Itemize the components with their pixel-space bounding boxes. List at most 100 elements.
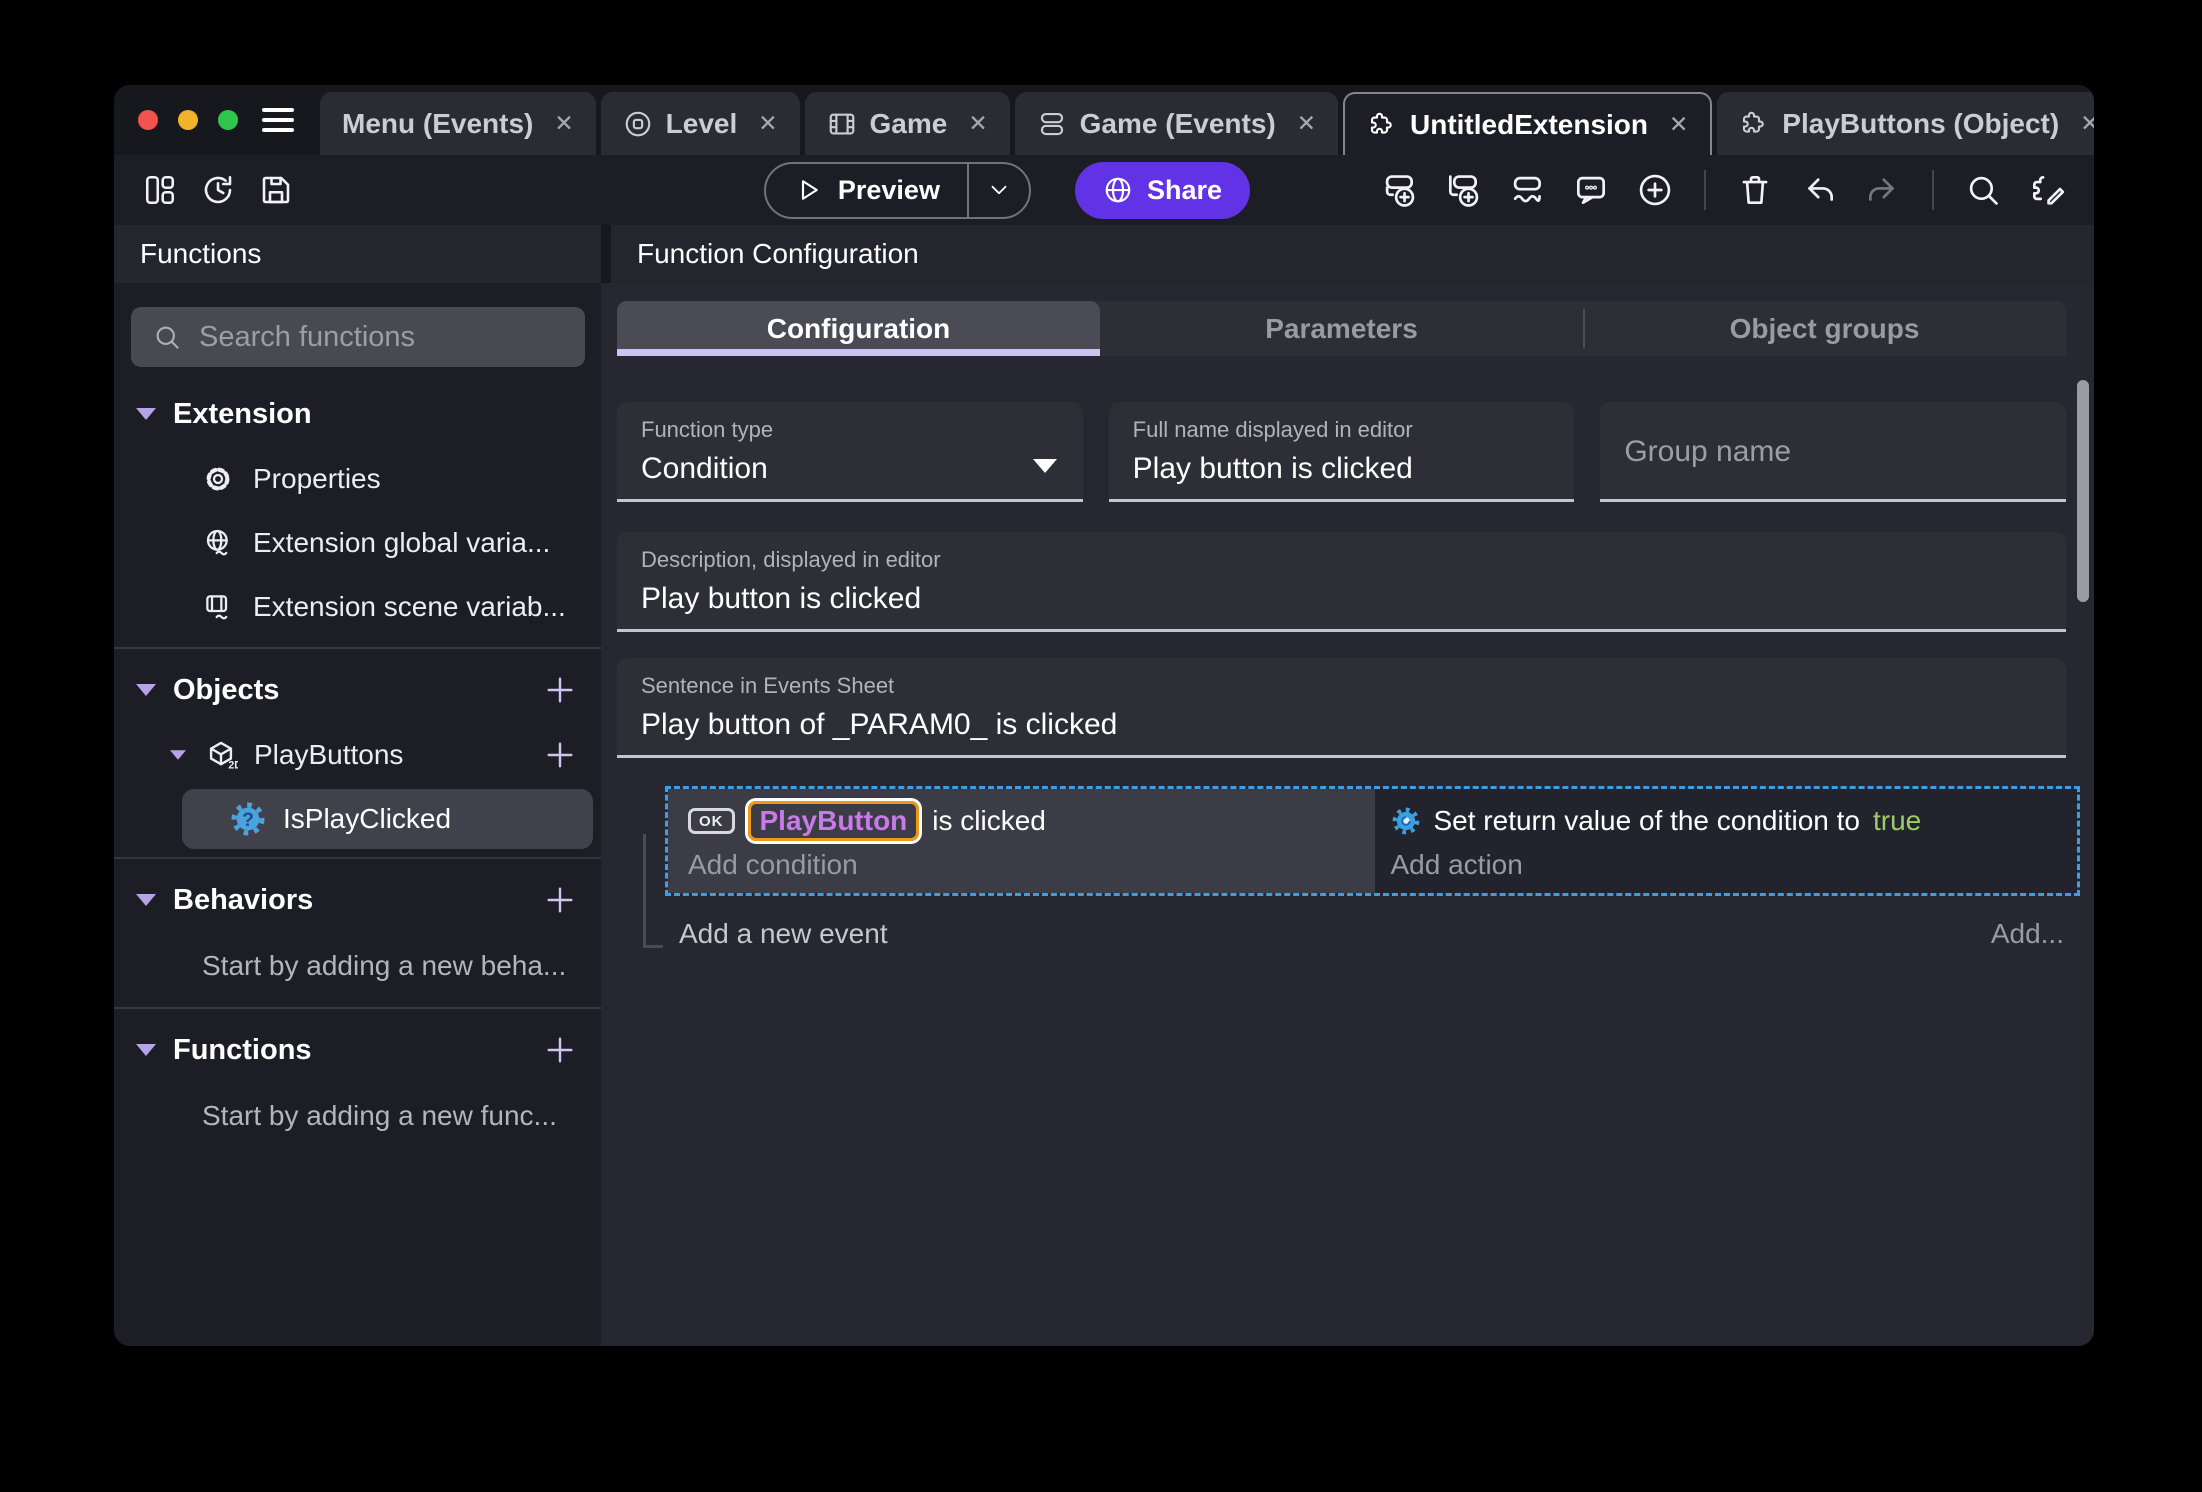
field-value: Condition xyxy=(641,452,768,485)
preview-button[interactable]: Preview xyxy=(766,164,967,217)
scene-icon xyxy=(623,109,653,139)
search-functions-box[interactable] xyxy=(131,307,585,367)
tab-game[interactable]: Game ✕ xyxy=(804,92,1010,155)
add-comment-icon[interactable] xyxy=(1572,171,1610,209)
open-project-manager-button[interactable] xyxy=(142,172,178,208)
vertical-scrollbar[interactable] xyxy=(2077,380,2089,602)
scene-variables-icon xyxy=(206,595,228,620)
configuration-tabs: Configuration Parameters Object groups xyxy=(617,301,2066,356)
close-icon[interactable]: ✕ xyxy=(554,110,573,137)
event-actions-cell[interactable]: Set return value of the condition to tru… xyxy=(1374,789,2078,893)
traffic-lights xyxy=(138,110,238,130)
group-name-field[interactable] xyxy=(1600,402,2067,502)
tab-label: PlayButtons (Object) xyxy=(1782,107,2060,139)
editor-tabs: Menu (Events) ✕ Level ✕ Game ✕ Game (Eve… xyxy=(320,85,2094,155)
item-label: PlayButtons xyxy=(254,739,404,770)
add-more-button[interactable]: Add... xyxy=(1991,918,2064,950)
app-window: Menu (Events) ✕ Level ✕ Game ✕ Game (Eve… xyxy=(114,85,2094,1346)
redo-icon[interactable] xyxy=(1864,171,1902,209)
tab-label: Level xyxy=(665,107,738,139)
close-window-button[interactable] xyxy=(138,110,158,130)
version-history-icon[interactable] xyxy=(200,172,236,208)
section-objects[interactable]: Objects xyxy=(114,657,601,723)
extension-puzzle-icon xyxy=(1739,109,1769,139)
tab-game-events[interactable]: Game (Events) ✕ xyxy=(1014,92,1338,155)
section-functions[interactable]: Functions xyxy=(114,1017,601,1083)
field-label: Sentence in Events Sheet xyxy=(641,673,895,698)
add-object-function-button[interactable] xyxy=(543,738,577,772)
add-object-button[interactable] xyxy=(543,673,577,707)
tab-label: Game (Events) xyxy=(1079,107,1276,139)
tab-menu-events[interactable]: Menu (Events) ✕ xyxy=(320,92,596,155)
tab-untitled-extension[interactable]: UntitledExtension ✕ xyxy=(1343,92,1713,155)
add-new-event-button[interactable]: Add a new event xyxy=(679,918,888,950)
play-icon xyxy=(801,180,818,200)
function-row-isplayclicked[interactable]: ? IsPlayClicked xyxy=(182,789,593,849)
group-name-input[interactable] xyxy=(1624,434,2043,469)
tab-level[interactable]: Level ✕ xyxy=(600,92,800,155)
object-row-playbuttons[interactable]: 2D PlayButtons xyxy=(114,723,601,787)
share-label: Share xyxy=(1146,174,1222,205)
close-icon[interactable]: ✕ xyxy=(2080,110,2094,137)
section-extension[interactable]: Extension xyxy=(114,381,601,447)
chevron-down-icon[interactable] xyxy=(136,1044,156,1056)
close-icon[interactable]: ✕ xyxy=(968,110,987,137)
add-action-button[interactable]: Add action xyxy=(1391,849,2078,881)
add-function-button[interactable] xyxy=(543,1033,577,1067)
section-label: Functions xyxy=(173,1033,312,1066)
function-type-select[interactable]: Function type Condition xyxy=(617,402,1083,502)
tab-parameters[interactable]: Parameters xyxy=(1100,301,1583,356)
preview-options-chevron-icon[interactable] xyxy=(969,164,1029,217)
chevron-down-icon[interactable] xyxy=(170,750,186,760)
chevron-down-icon[interactable] xyxy=(136,408,156,420)
action-value[interactable]: true xyxy=(1873,805,1921,837)
sentence-field[interactable]: Sentence in Events Sheet Play button of … xyxy=(617,658,2066,758)
event-conditions-cell[interactable]: OK PlayButton is clicked Add condition xyxy=(668,789,1375,893)
minimize-window-button[interactable] xyxy=(178,110,198,130)
field-label: Full name displayed in editor xyxy=(1132,417,1413,442)
item-label: Extension global varia... xyxy=(253,527,551,558)
event-row-selected[interactable]: OK PlayButton is clicked Add condition S… xyxy=(665,786,2080,896)
search-icon[interactable] xyxy=(1964,171,2002,209)
behaviors-empty-text: Start by adding a new beha... xyxy=(202,950,567,981)
undo-icon[interactable] xyxy=(1800,171,1838,209)
chevron-down-icon[interactable] xyxy=(136,894,156,906)
close-icon[interactable]: ✕ xyxy=(758,110,777,137)
sidebar-item-extension-scene-variables[interactable]: Extension scene variab... xyxy=(114,575,601,639)
zoom-window-button[interactable] xyxy=(218,110,238,130)
chevron-down-icon[interactable] xyxy=(136,684,156,696)
event-indent-guide xyxy=(643,834,663,948)
full-name-field[interactable]: Full name displayed in editor Play butto… xyxy=(1108,402,1575,502)
tab-playbuttons-object[interactable]: PlayButtons (Object) ✕ xyxy=(1717,92,2094,155)
close-icon[interactable]: ✕ xyxy=(1669,111,1688,138)
description-field[interactable]: Description, displayed in editor Play bu… xyxy=(617,532,2066,632)
search-functions-input[interactable] xyxy=(199,320,564,354)
sidebar-item-properties[interactable]: Properties xyxy=(114,447,601,511)
condition-object-chip[interactable]: PlayButton xyxy=(747,801,920,841)
action-text: Set return value of the condition to xyxy=(1433,805,1861,836)
edit-extension-icon[interactable] xyxy=(2028,171,2066,209)
film-icon xyxy=(827,109,857,139)
tab-object-groups[interactable]: Object groups xyxy=(1583,301,2066,356)
main-menu-icon[interactable] xyxy=(262,108,294,132)
add-event-icon[interactable] xyxy=(1380,171,1418,209)
sidebar-item-extension-global-variables[interactable]: Extension global varia... xyxy=(114,511,601,575)
add-subevent-icon[interactable] xyxy=(1444,171,1482,209)
section-behaviors[interactable]: Behaviors xyxy=(114,867,601,933)
share-button[interactable]: Share xyxy=(1074,161,1250,219)
save-icon[interactable] xyxy=(258,172,294,208)
divider xyxy=(114,857,601,859)
add-behavior-button[interactable] xyxy=(543,883,577,917)
tab-configuration[interactable]: Configuration xyxy=(617,301,1100,356)
field-value: Play button is clicked xyxy=(641,582,922,615)
tab-label: Parameters xyxy=(1265,312,1418,344)
divider xyxy=(114,647,601,649)
preview-label: Preview xyxy=(837,174,940,205)
close-icon[interactable]: ✕ xyxy=(1297,110,1316,137)
delete-trash-icon[interactable] xyxy=(1736,171,1774,209)
window-tab-bar: Menu (Events) ✕ Level ✕ Game ✕ Game (Eve… xyxy=(114,85,2094,155)
gdevelop-gear-icon xyxy=(1392,807,1419,835)
choose-event-type-icon[interactable] xyxy=(1508,171,1546,209)
add-condition-button[interactable]: Add condition xyxy=(688,849,1375,881)
add-circle-icon[interactable] xyxy=(1636,171,1674,209)
